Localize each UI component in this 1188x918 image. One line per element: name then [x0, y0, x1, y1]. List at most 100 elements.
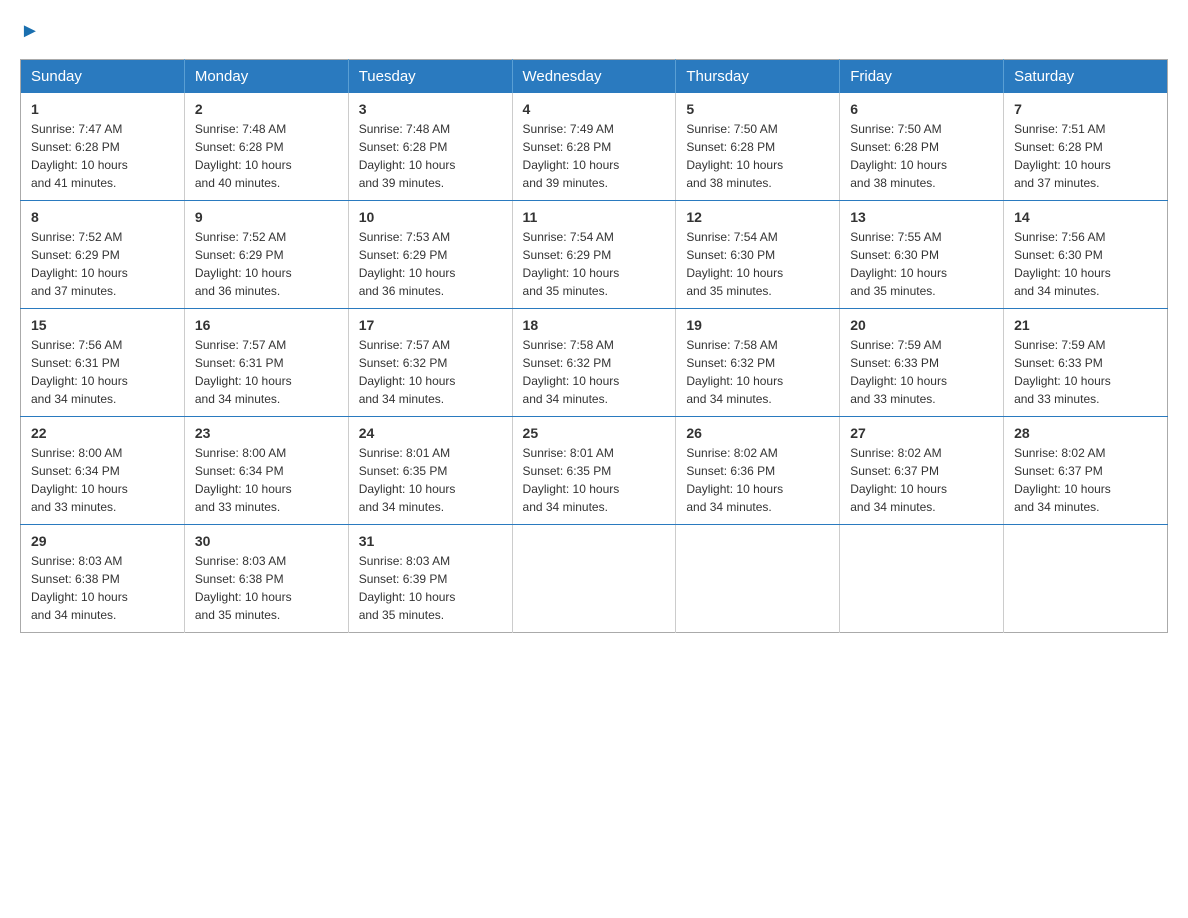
calendar-cell: 8 Sunrise: 7:52 AM Sunset: 6:29 PM Dayli…	[21, 201, 185, 309]
day-info: Sunrise: 8:03 AM Sunset: 6:38 PM Dayligh…	[31, 552, 174, 624]
calendar-cell: 17 Sunrise: 7:57 AM Sunset: 6:32 PM Dayl…	[348, 309, 512, 417]
calendar-cell: 13 Sunrise: 7:55 AM Sunset: 6:30 PM Dayl…	[840, 201, 1004, 309]
calendar-cell: 21 Sunrise: 7:59 AM Sunset: 6:33 PM Dayl…	[1004, 309, 1168, 417]
calendar-cell: 22 Sunrise: 8:00 AM Sunset: 6:34 PM Dayl…	[21, 417, 185, 525]
day-info: Sunrise: 8:03 AM Sunset: 6:39 PM Dayligh…	[359, 552, 502, 624]
day-info: Sunrise: 7:56 AM Sunset: 6:30 PM Dayligh…	[1014, 228, 1157, 300]
calendar-cell: 11 Sunrise: 7:54 AM Sunset: 6:29 PM Dayl…	[512, 201, 676, 309]
day-info: Sunrise: 7:52 AM Sunset: 6:29 PM Dayligh…	[31, 228, 174, 300]
day-info: Sunrise: 8:02 AM Sunset: 6:37 PM Dayligh…	[850, 444, 993, 516]
day-number: 8	[31, 209, 174, 225]
calendar-cell: 20 Sunrise: 7:59 AM Sunset: 6:33 PM Dayl…	[840, 309, 1004, 417]
day-info: Sunrise: 7:57 AM Sunset: 6:32 PM Dayligh…	[359, 336, 502, 408]
calendar-cell: 4 Sunrise: 7:49 AM Sunset: 6:28 PM Dayli…	[512, 93, 676, 201]
day-info: Sunrise: 7:50 AM Sunset: 6:28 PM Dayligh…	[850, 120, 993, 192]
calendar-cell: 28 Sunrise: 8:02 AM Sunset: 6:37 PM Dayl…	[1004, 417, 1168, 525]
calendar-cell: 31 Sunrise: 8:03 AM Sunset: 6:39 PM Dayl…	[348, 525, 512, 633]
day-number: 12	[686, 209, 829, 225]
calendar-cell: 12 Sunrise: 7:54 AM Sunset: 6:30 PM Dayl…	[676, 201, 840, 309]
day-number: 18	[523, 317, 666, 333]
day-number: 20	[850, 317, 993, 333]
day-info: Sunrise: 7:53 AM Sunset: 6:29 PM Dayligh…	[359, 228, 502, 300]
calendar-week-row: 15 Sunrise: 7:56 AM Sunset: 6:31 PM Dayl…	[21, 309, 1168, 417]
calendar-cell: 26 Sunrise: 8:02 AM Sunset: 6:36 PM Dayl…	[676, 417, 840, 525]
day-info: Sunrise: 7:54 AM Sunset: 6:29 PM Dayligh…	[523, 228, 666, 300]
calendar-cell: 16 Sunrise: 7:57 AM Sunset: 6:31 PM Dayl…	[184, 309, 348, 417]
calendar-cell: 1 Sunrise: 7:47 AM Sunset: 6:28 PM Dayli…	[21, 93, 185, 201]
calendar-cell	[512, 525, 676, 633]
day-number: 2	[195, 101, 338, 117]
calendar-cell: 15 Sunrise: 7:56 AM Sunset: 6:31 PM Dayl…	[21, 309, 185, 417]
calendar-cell: 25 Sunrise: 8:01 AM Sunset: 6:35 PM Dayl…	[512, 417, 676, 525]
day-number: 27	[850, 425, 993, 441]
day-info: Sunrise: 8:01 AM Sunset: 6:35 PM Dayligh…	[359, 444, 502, 516]
calendar-cell	[840, 525, 1004, 633]
calendar-cell: 24 Sunrise: 8:01 AM Sunset: 6:35 PM Dayl…	[348, 417, 512, 525]
day-number: 3	[359, 101, 502, 117]
day-number: 16	[195, 317, 338, 333]
calendar-header-sunday: Sunday	[21, 60, 185, 94]
day-number: 24	[359, 425, 502, 441]
day-info: Sunrise: 7:51 AM Sunset: 6:28 PM Dayligh…	[1014, 120, 1157, 192]
day-number: 30	[195, 533, 338, 549]
calendar-cell: 7 Sunrise: 7:51 AM Sunset: 6:28 PM Dayli…	[1004, 93, 1168, 201]
calendar-header-monday: Monday	[184, 60, 348, 94]
day-number: 19	[686, 317, 829, 333]
day-number: 1	[31, 101, 174, 117]
day-number: 10	[359, 209, 502, 225]
day-number: 15	[31, 317, 174, 333]
day-info: Sunrise: 8:01 AM Sunset: 6:35 PM Dayligh…	[523, 444, 666, 516]
day-info: Sunrise: 7:58 AM Sunset: 6:32 PM Dayligh…	[686, 336, 829, 408]
day-info: Sunrise: 7:48 AM Sunset: 6:28 PM Dayligh…	[195, 120, 338, 192]
calendar-cell	[676, 525, 840, 633]
day-number: 17	[359, 317, 502, 333]
calendar-header-saturday: Saturday	[1004, 60, 1168, 94]
day-info: Sunrise: 7:55 AM Sunset: 6:30 PM Dayligh…	[850, 228, 993, 300]
day-number: 5	[686, 101, 829, 117]
day-number: 11	[523, 209, 666, 225]
day-info: Sunrise: 7:59 AM Sunset: 6:33 PM Dayligh…	[1014, 336, 1157, 408]
day-number: 7	[1014, 101, 1157, 117]
day-info: Sunrise: 8:00 AM Sunset: 6:34 PM Dayligh…	[31, 444, 174, 516]
day-number: 23	[195, 425, 338, 441]
day-number: 25	[523, 425, 666, 441]
day-info: Sunrise: 7:58 AM Sunset: 6:32 PM Dayligh…	[523, 336, 666, 408]
logo: ►	[20, 20, 40, 43]
day-number: 31	[359, 533, 502, 549]
day-info: Sunrise: 7:56 AM Sunset: 6:31 PM Dayligh…	[31, 336, 174, 408]
calendar-cell: 3 Sunrise: 7:48 AM Sunset: 6:28 PM Dayli…	[348, 93, 512, 201]
calendar-header-row: SundayMondayTuesdayWednesdayThursdayFrid…	[21, 60, 1168, 94]
day-number: 21	[1014, 317, 1157, 333]
calendar-week-row: 29 Sunrise: 8:03 AM Sunset: 6:38 PM Dayl…	[21, 525, 1168, 633]
calendar-cell: 19 Sunrise: 7:58 AM Sunset: 6:32 PM Dayl…	[676, 309, 840, 417]
page-header: ►	[20, 20, 1168, 43]
calendar-week-row: 22 Sunrise: 8:00 AM Sunset: 6:34 PM Dayl…	[21, 417, 1168, 525]
day-info: Sunrise: 8:02 AM Sunset: 6:36 PM Dayligh…	[686, 444, 829, 516]
calendar-cell: 10 Sunrise: 7:53 AM Sunset: 6:29 PM Dayl…	[348, 201, 512, 309]
calendar-cell: 9 Sunrise: 7:52 AM Sunset: 6:29 PM Dayli…	[184, 201, 348, 309]
day-info: Sunrise: 7:57 AM Sunset: 6:31 PM Dayligh…	[195, 336, 338, 408]
day-info: Sunrise: 8:00 AM Sunset: 6:34 PM Dayligh…	[195, 444, 338, 516]
day-info: Sunrise: 7:50 AM Sunset: 6:28 PM Dayligh…	[686, 120, 829, 192]
calendar-cell: 27 Sunrise: 8:02 AM Sunset: 6:37 PM Dayl…	[840, 417, 1004, 525]
day-number: 6	[850, 101, 993, 117]
calendar-cell: 23 Sunrise: 8:00 AM Sunset: 6:34 PM Dayl…	[184, 417, 348, 525]
day-number: 9	[195, 209, 338, 225]
day-number: 28	[1014, 425, 1157, 441]
day-info: Sunrise: 7:47 AM Sunset: 6:28 PM Dayligh…	[31, 120, 174, 192]
calendar-cell: 18 Sunrise: 7:58 AM Sunset: 6:32 PM Dayl…	[512, 309, 676, 417]
day-number: 26	[686, 425, 829, 441]
calendar-header-wednesday: Wednesday	[512, 60, 676, 94]
calendar-cell	[1004, 525, 1168, 633]
day-number: 29	[31, 533, 174, 549]
calendar-header-tuesday: Tuesday	[348, 60, 512, 94]
day-info: Sunrise: 8:03 AM Sunset: 6:38 PM Dayligh…	[195, 552, 338, 624]
day-info: Sunrise: 7:49 AM Sunset: 6:28 PM Dayligh…	[523, 120, 666, 192]
day-info: Sunrise: 7:52 AM Sunset: 6:29 PM Dayligh…	[195, 228, 338, 300]
day-info: Sunrise: 7:54 AM Sunset: 6:30 PM Dayligh…	[686, 228, 829, 300]
calendar-header-thursday: Thursday	[676, 60, 840, 94]
calendar-cell: 2 Sunrise: 7:48 AM Sunset: 6:28 PM Dayli…	[184, 93, 348, 201]
calendar-week-row: 8 Sunrise: 7:52 AM Sunset: 6:29 PM Dayli…	[21, 201, 1168, 309]
calendar-week-row: 1 Sunrise: 7:47 AM Sunset: 6:28 PM Dayli…	[21, 93, 1168, 201]
calendar-cell: 5 Sunrise: 7:50 AM Sunset: 6:28 PM Dayli…	[676, 93, 840, 201]
